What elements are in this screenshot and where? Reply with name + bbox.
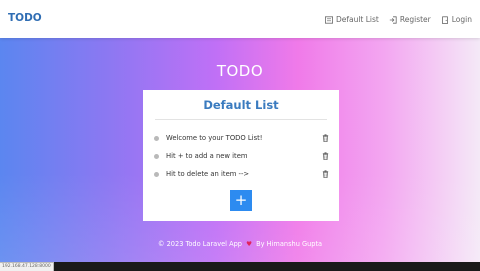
brand-logo[interactable]: TODO: [8, 12, 42, 24]
list-title: Default List: [203, 98, 279, 112]
page-heading: TODO: [216, 62, 264, 80]
nav-login[interactable]: Login: [441, 15, 472, 24]
nav-default-list[interactable]: Default List: [324, 15, 379, 24]
bullet-icon: [154, 135, 159, 141]
trash-icon[interactable]: [322, 134, 329, 142]
list-item: Hit to delete an item -->: [154, 168, 329, 180]
add-item-button[interactable]: +: [230, 190, 252, 211]
bullet-icon: [154, 153, 159, 159]
footer: © 2023 Todo Laravel App ♥ By Himanshu Gu…: [0, 240, 480, 248]
list-item: Hit + to add a new item: [154, 150, 329, 162]
bullet-icon: [154, 171, 159, 177]
footer-author: By Himanshu Gupta: [256, 240, 323, 248]
nav-login-label: Login: [451, 15, 472, 24]
nav-default-list-label: Default List: [335, 15, 379, 24]
footer-copyright: © 2023 Todo Laravel App: [157, 240, 242, 248]
list-item-text: Welcome to your TODO List!: [166, 134, 263, 142]
nav-links: Default List Register Login: [324, 15, 472, 24]
heart-icon: ♥: [246, 240, 253, 248]
list-item-text: Hit to delete an item -->: [166, 170, 250, 178]
nav-register[interactable]: Register: [389, 15, 431, 24]
trash-icon[interactable]: [322, 152, 329, 160]
trash-icon[interactable]: [322, 170, 329, 178]
todo-list-card: Default List Welcome to your TODO List! …: [143, 90, 339, 221]
divider: [155, 119, 327, 120]
list-item: Welcome to your TODO List!: [154, 132, 329, 144]
list-item-text: Hit + to add a new item: [166, 152, 248, 160]
app-frame: TODO Default List Register Login TODO De…: [0, 0, 480, 262]
register-icon: [389, 15, 397, 24]
list-icon: [324, 15, 333, 24]
navbar: TODO Default List Register Login: [0, 0, 480, 38]
login-icon: [441, 15, 448, 24]
nav-register-label: Register: [399, 15, 431, 24]
